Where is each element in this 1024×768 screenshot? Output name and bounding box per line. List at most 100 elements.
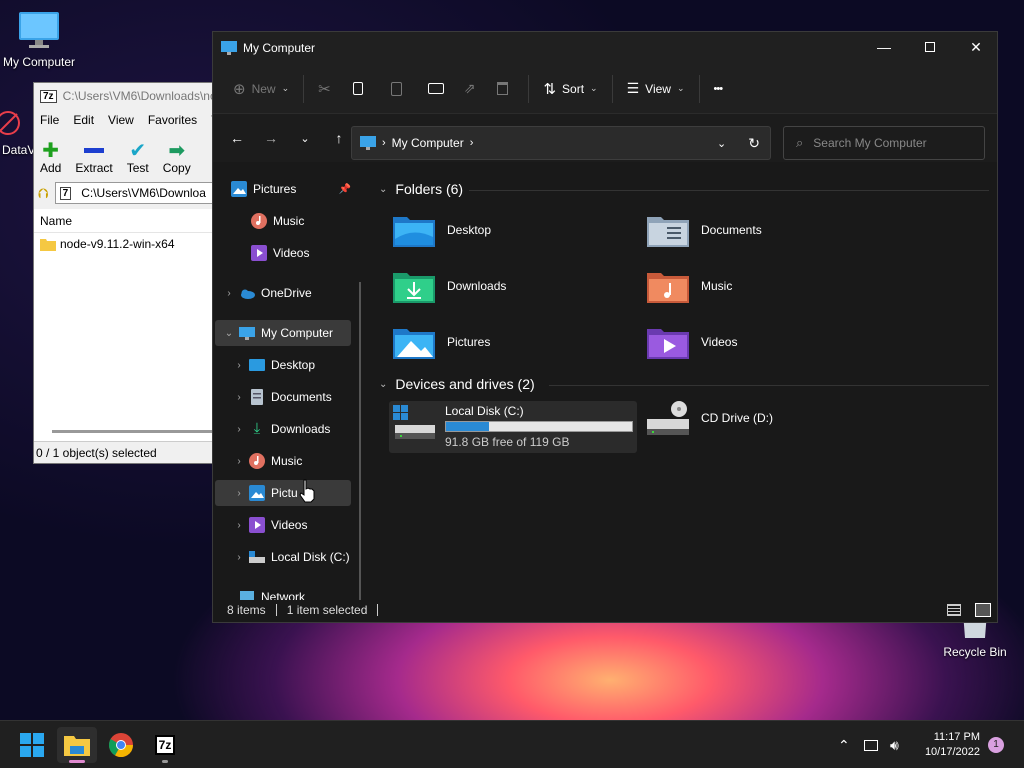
- nav-item-local-disk[interactable]: › Local Disk (C:): [215, 544, 351, 570]
- drive-tile-local-disk[interactable]: Local Disk (C:) 91.8 GB free of 119 GB: [389, 401, 637, 453]
- notification-button[interactable]: 1: [988, 721, 1004, 768]
- folder-tile-documents[interactable]: Documents: [647, 208, 887, 252]
- nav-item-videos[interactable]: › Videos: [215, 512, 351, 538]
- details-view-icon[interactable]: [947, 604, 961, 616]
- chevron-right-icon[interactable]: ›: [229, 552, 249, 563]
- taskbar-7zip[interactable]: 7z: [145, 727, 185, 763]
- sevenzip-menu-view[interactable]: View: [108, 113, 134, 127]
- clock-date: 10/17/2022: [924, 746, 980, 758]
- folder-up-icon[interactable]: ⮉: [38, 185, 49, 202]
- nav-item-music-quick[interactable]: Music: [215, 208, 351, 234]
- desktop-my-computer-label: My Computer: [2, 55, 76, 69]
- start-button[interactable]: [12, 727, 52, 763]
- cut-button[interactable]: ✂: [310, 72, 339, 106]
- breadcrumb-my-computer[interactable]: My Computer: [392, 136, 464, 150]
- chevron-right-icon[interactable]: ›: [229, 520, 249, 531]
- close-button[interactable]: ✕: [953, 32, 999, 62]
- address-bar[interactable]: › My Computer › ⌄ ↻: [351, 126, 771, 160]
- chevron-right-icon[interactable]: ›: [229, 392, 249, 403]
- back-button[interactable]: ←: [221, 122, 253, 154]
- checkmark-icon: ✔: [129, 139, 147, 162]
- sevenzip-addressbar: ⮉ 7 C:\Users\VM6\Downloa: [34, 179, 222, 207]
- folder-tile-pictures[interactable]: Pictures: [393, 320, 633, 364]
- sevenzip-menu-file[interactable]: File: [40, 113, 59, 127]
- nav-label: Pictures: [253, 182, 297, 196]
- taskbar: 7z ⌃ 🔊︎ 11:17 PM 10/17/2022 1: [0, 720, 1024, 768]
- folder-tile-music[interactable]: Music: [647, 264, 887, 308]
- explorer-window[interactable]: My Computer — ✕ ⊕ New ⌄ ✂ ⇗ ⇅ Sort ⌄ ☰ V…: [212, 31, 998, 623]
- sevenzip-titlebar[interactable]: 7z C:\Users\VM6\Downloads\no: [34, 83, 222, 109]
- copy-button[interactable]: [339, 72, 377, 106]
- taskbar-chrome[interactable]: [101, 727, 141, 763]
- nav-item-pictures[interactable]: › Pictu: [215, 480, 351, 506]
- sevenzip-copy-button[interactable]: ➡ Copy: [163, 139, 191, 176]
- sevenzip-window[interactable]: 7z C:\Users\VM6\Downloads\no File Edit V…: [33, 82, 224, 464]
- pin-icon[interactable]: 📌: [339, 184, 351, 195]
- sevenzip-test-button[interactable]: ✔ Test: [127, 139, 149, 176]
- chevron-right-icon[interactable]: ›: [219, 288, 239, 299]
- sevenzip-menu-edit[interactable]: Edit: [73, 113, 94, 127]
- delete-button[interactable]: [483, 72, 522, 106]
- address-history-chevron-icon[interactable]: ⌄: [717, 137, 726, 150]
- monitor-icon: [221, 41, 237, 55]
- sevenzip-add-button[interactable]: ✚ Add: [40, 139, 61, 176]
- divider: [611, 74, 613, 103]
- sevenzip-extract-button[interactable]: Extract: [75, 139, 113, 175]
- sevenzip-menubar: File Edit View Favorites T: [34, 109, 222, 131]
- nav-item-onedrive[interactable]: › OneDrive: [215, 280, 351, 306]
- list-item[interactable]: node-v9.11.2-win-x64: [34, 233, 224, 255]
- network-status-button[interactable]: [864, 721, 878, 768]
- chevron-right-icon[interactable]: ›: [229, 360, 249, 371]
- maximize-button[interactable]: [907, 32, 953, 62]
- chevron-right-icon[interactable]: ›: [229, 488, 249, 499]
- downloads-folder-icon: [393, 273, 435, 303]
- nav-item-my-computer[interactable]: ⌄ My Computer: [215, 320, 351, 346]
- clock[interactable]: 11:17 PM 10/17/2022: [918, 721, 980, 768]
- view-button[interactable]: ☰ View ⌄: [619, 72, 693, 106]
- refresh-icon[interactable]: ↻: [748, 135, 760, 152]
- folder-label: Downloads: [447, 279, 507, 293]
- nav-item-downloads[interactable]: › ⤓ Downloads: [215, 416, 351, 442]
- sevenzip-horizontal-scrollbar[interactable]: [52, 430, 222, 433]
- sevenzip-menu-favorites[interactable]: Favorites: [148, 113, 197, 127]
- tiles-view-icon[interactable]: [975, 603, 991, 617]
- forward-button[interactable]: →: [255, 122, 287, 154]
- search-input[interactable]: ⌕ Search My Computer: [783, 126, 985, 160]
- nav-item-music[interactable]: › Music: [215, 448, 351, 474]
- nav-item-pictures-quick[interactable]: Pictures 📌: [215, 176, 351, 202]
- recent-locations-button[interactable]: ⌄: [289, 122, 321, 154]
- divider: [549, 385, 989, 386]
- chevron-right-icon[interactable]: ›: [229, 424, 249, 435]
- more-options-button[interactable]: •••: [706, 72, 731, 106]
- breadcrumb-separator-icon[interactable]: ›: [382, 137, 386, 149]
- rename-button[interactable]: [416, 72, 456, 106]
- folder-tile-videos[interactable]: Videos: [647, 320, 887, 364]
- sevenzip-column-name[interactable]: Name: [34, 209, 224, 233]
- breadcrumb-separator-icon[interactable]: ›: [470, 137, 474, 149]
- nav-item-desktop[interactable]: › Desktop: [215, 352, 351, 378]
- minimize-button[interactable]: —: [861, 32, 907, 62]
- volume-button[interactable]: 🔊︎: [890, 721, 899, 768]
- folders-group-header[interactable]: ⌄ Folders (6): [379, 181, 463, 197]
- folder-tile-downloads[interactable]: Downloads: [393, 264, 633, 308]
- documents-folder-icon: [647, 217, 689, 247]
- new-button[interactable]: ⊕ New ⌄: [225, 72, 297, 106]
- divider: [528, 74, 530, 103]
- show-hidden-icons-button[interactable]: ⌃: [838, 721, 850, 768]
- paste-button[interactable]: [377, 72, 416, 106]
- sort-button[interactable]: ⇅ Sort ⌄: [535, 72, 605, 106]
- pictures-icon: [249, 485, 265, 501]
- nav-item-videos-quick[interactable]: Videos: [215, 240, 351, 266]
- nav-item-documents[interactable]: › Documents: [215, 384, 351, 410]
- drive-tile-cd[interactable]: CD Drive (D:): [647, 396, 887, 440]
- folder-label: Desktop: [447, 223, 492, 237]
- taskbar-file-explorer[interactable]: [57, 727, 97, 763]
- chevron-right-icon[interactable]: ›: [229, 456, 249, 467]
- drives-group-header[interactable]: ⌄ Devices and drives (2): [379, 376, 535, 392]
- desktop-my-computer-icon[interactable]: My Computer: [0, 10, 81, 69]
- folder-tile-desktop[interactable]: Desktop: [393, 208, 633, 252]
- navigation-scrollbar[interactable]: [359, 282, 361, 600]
- sevenzip-address-input[interactable]: 7 C:\Users\VM6\Downloa: [54, 182, 222, 204]
- chevron-down-icon[interactable]: ⌄: [219, 328, 239, 339]
- share-button[interactable]: ⇗: [456, 72, 484, 106]
